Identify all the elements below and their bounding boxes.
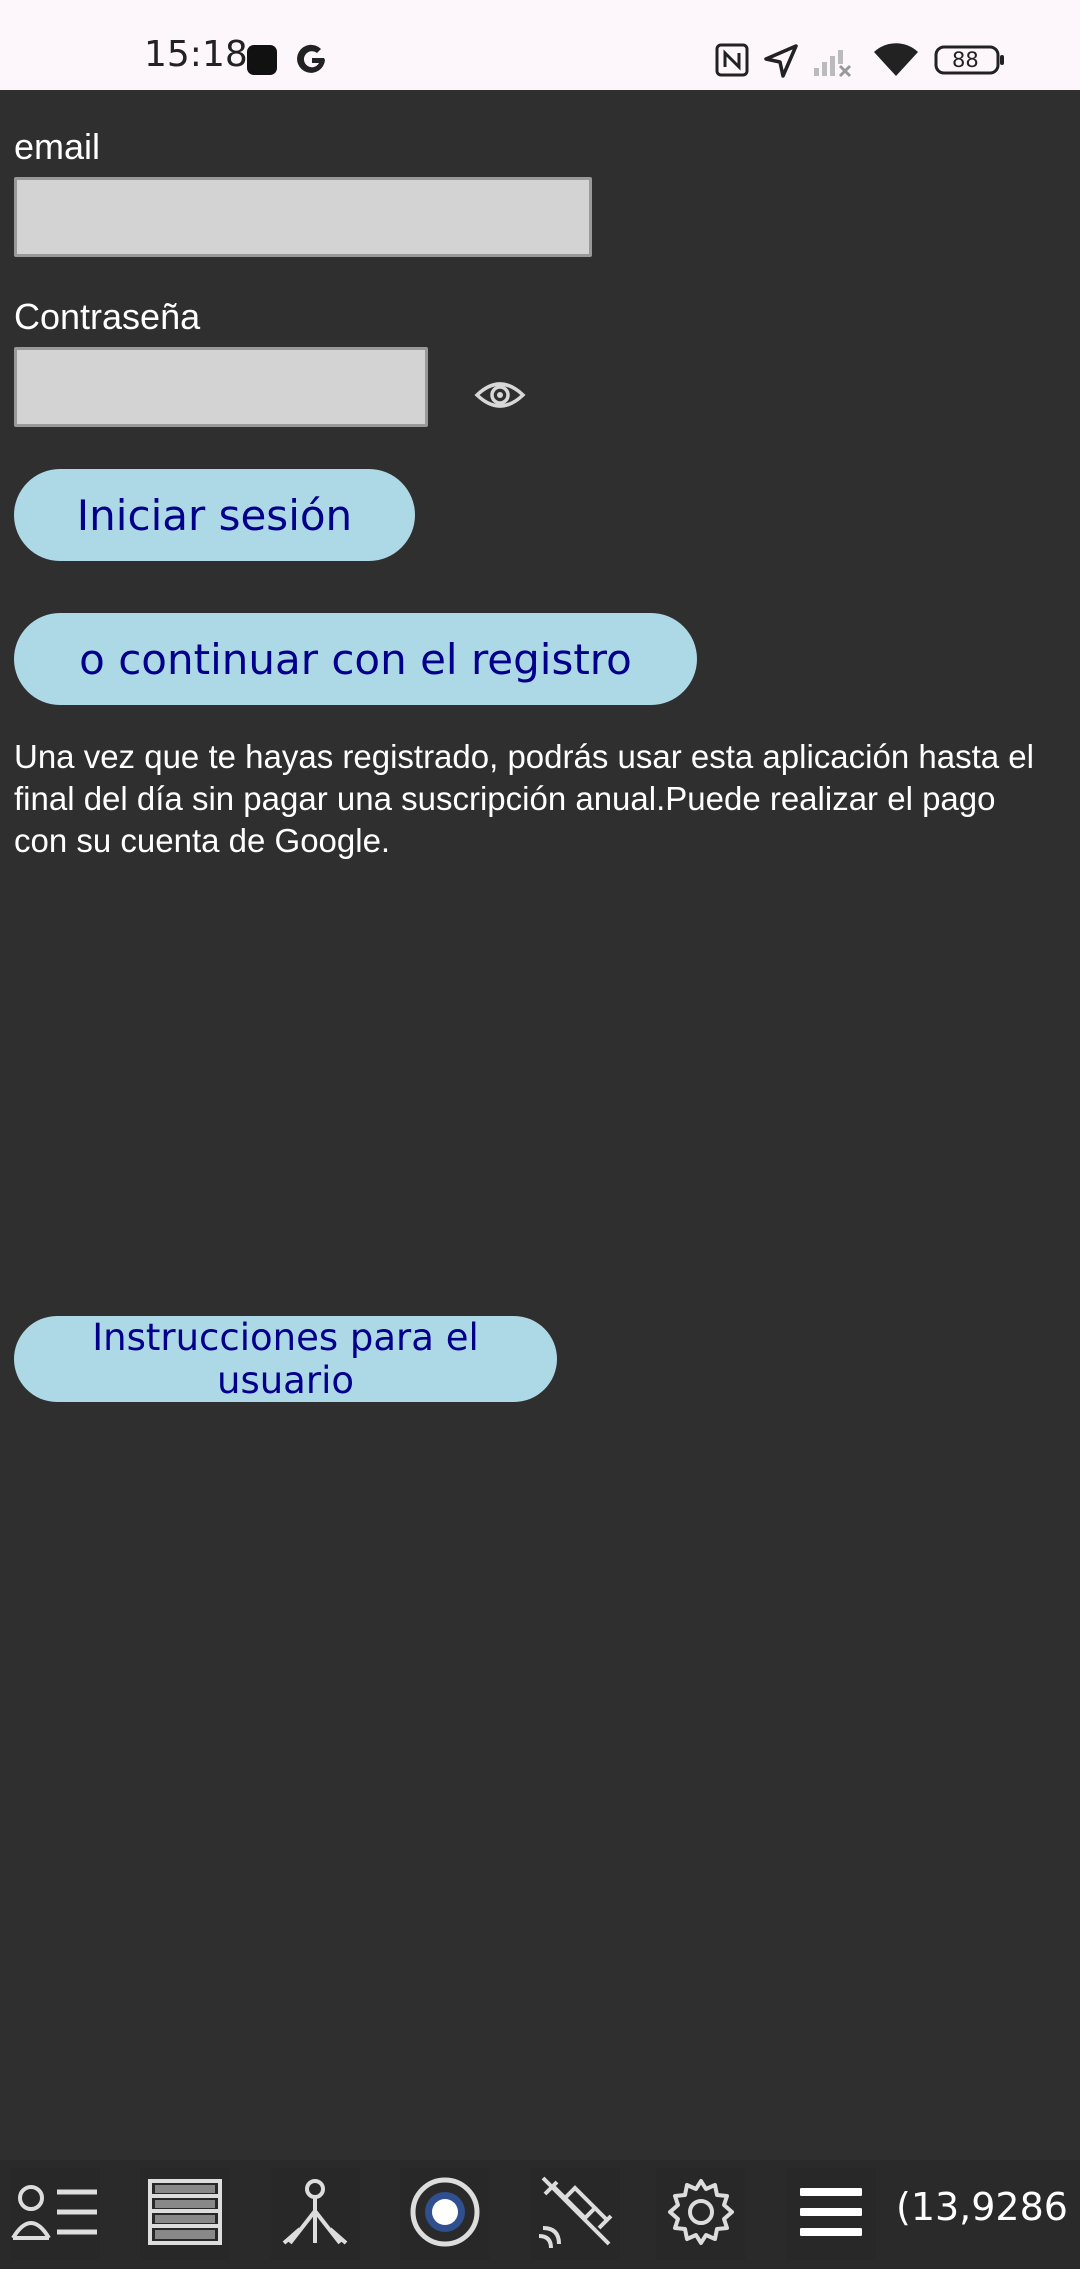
status-bar: 15:18 88: [0, 0, 1080, 90]
notification-square-icon: [246, 44, 278, 81]
battery-level: 88: [952, 48, 979, 72]
gps-button[interactable]: [530, 2168, 620, 2260]
location-arrow-icon: [762, 42, 800, 85]
settings-gear-icon: [666, 2177, 736, 2252]
register-button[interactable]: o continuar con el registro: [14, 613, 697, 705]
google-icon: [294, 42, 330, 83]
settings-button[interactable]: [656, 2168, 746, 2260]
signal-off-icon: [812, 44, 852, 83]
table-icon: [147, 2178, 223, 2251]
menu-icon: [798, 2186, 864, 2243]
user-list-icon: [11, 2182, 99, 2247]
status-time: 15:18: [144, 34, 248, 75]
wifi-icon: [872, 42, 920, 83]
record-button[interactable]: [400, 2168, 490, 2260]
password-field[interactable]: [14, 347, 428, 427]
survey-point-button[interactable]: [270, 2168, 360, 2260]
info-text: Una vez que te hayas registrado, podrás …: [14, 738, 1034, 859]
email-field[interactable]: [14, 177, 592, 257]
table-button[interactable]: [140, 2168, 230, 2260]
record-target-icon: [409, 2176, 481, 2253]
show-password-eye-icon[interactable]: [474, 375, 526, 420]
menu-button[interactable]: [786, 2168, 876, 2260]
survey-tripod-icon: [280, 2177, 350, 2252]
password-label: Contraseña: [14, 296, 201, 337]
instructions-button[interactable]: Instrucciones para el usuario: [14, 1316, 557, 1402]
user-list-button[interactable]: [10, 2168, 100, 2260]
login-button[interactable]: Iniciar sesión: [14, 469, 415, 561]
email-label: email: [14, 126, 101, 167]
satellite-off-icon: [535, 2172, 615, 2257]
coordinates-readout: (13,9286: [896, 2185, 1068, 2229]
nfc-icon: [714, 42, 750, 83]
